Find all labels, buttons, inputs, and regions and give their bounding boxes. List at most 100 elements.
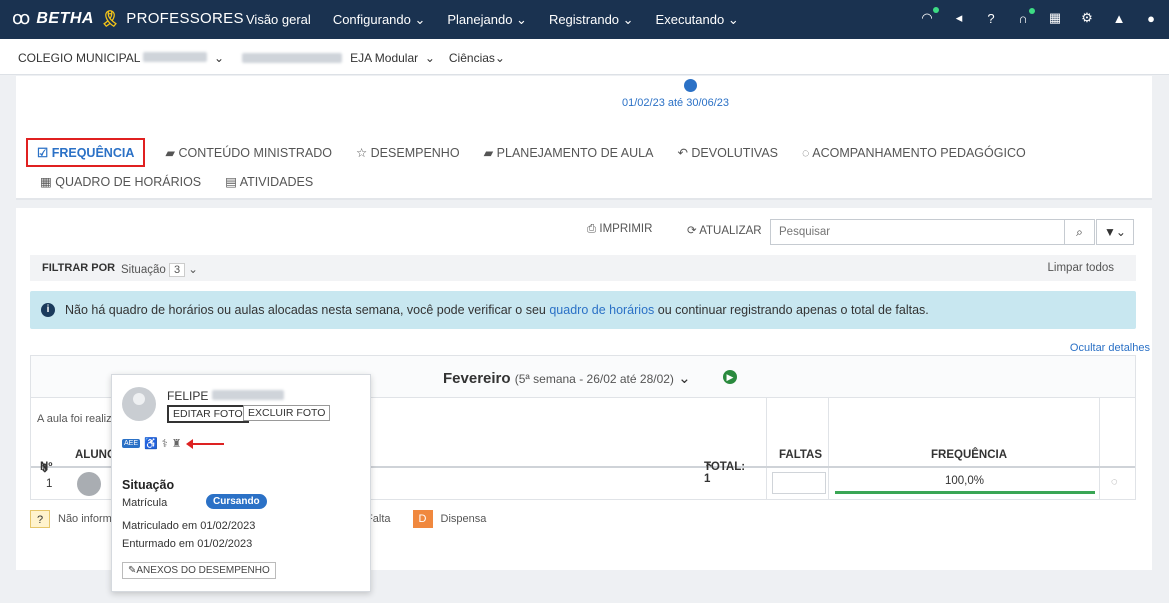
filter-count-badge: 3: [168, 263, 186, 277]
refresh-icon: ⟳: [687, 225, 697, 237]
tab-label: QUADRO DE HORÁRIOS: [55, 175, 202, 189]
redacted-text: [242, 53, 343, 63]
bell-icon[interactable]: ▲: [1111, 11, 1127, 26]
info-alert: i Não há quadro de horários ou aulas alo…: [30, 291, 1136, 329]
nav-planejando[interactable]: Planejando ⌄: [447, 12, 527, 28]
delete-photo-button[interactable]: EXCLUIR FOTO: [243, 405, 331, 421]
filter-bar: FILTRAR POR Situação 3 ⌄ Limpar todos: [30, 255, 1136, 281]
nav-registrando[interactable]: Registrando ⌄: [549, 12, 634, 28]
tab-desempenho[interactable]: ☆ DESEMPENHO: [344, 138, 472, 167]
headset-icon[interactable]: ∩: [1015, 7, 1035, 26]
top-navigation-bar: ꝏ BETHA 🎗 PROFESSORES Visão geral Config…: [0, 0, 1169, 39]
schedule-link[interactable]: quadro de horários: [549, 303, 654, 317]
printer-icon: ⎙: [587, 223, 597, 235]
tab-frequencia[interactable]: ☑ FREQUÊNCIA: [26, 138, 146, 167]
betha-logo-icon: ꝏ: [12, 8, 31, 28]
megaphone-icon[interactable]: ◂: [951, 10, 967, 26]
person-icon: ♜: [171, 438, 182, 450]
alert-text-after: ou continuar registrando apenas o total …: [657, 303, 929, 317]
period-card: 01/02/23 até 30/06/23 ☑ FREQUÊNCIA ▰ CON…: [16, 76, 1152, 200]
column-aluno[interactable]: ALUNO: [75, 449, 116, 461]
ribbon-icon: 🎗: [99, 10, 121, 28]
wifi-icon[interactable]: ◠: [919, 7, 939, 26]
refresh-label: ATUALIZAR: [699, 225, 762, 237]
filter-label: FILTRAR POR: [42, 262, 116, 274]
hide-details-link[interactable]: Ocultar detalhes: [1070, 342, 1150, 354]
frequency-value: 100,0%: [945, 475, 985, 487]
faltas-input[interactable]: [772, 472, 826, 494]
subject-selector[interactable]: Ciências⌄: [449, 51, 505, 65]
book-icon: ▰: [483, 146, 494, 160]
legend-label: Não inform: [58, 513, 112, 525]
tab-devolutivas[interactable]: ↶ DEVOLUTIVAS: [665, 138, 790, 167]
context-bar: COLEGIO MUNICIPAL ⌄ EJA Modular ⌄ Ciênci…: [0, 39, 1169, 75]
nav-visao-geral[interactable]: Visão geral: [246, 12, 311, 28]
student-photo: [122, 387, 156, 421]
student-popover: FELIPE EDITAR FOTO EXCLUIR FOTO AEE ♿ ⚕ …: [111, 374, 371, 592]
frequency-bar: [835, 491, 1095, 494]
reply-icon: ↶: [677, 146, 688, 160]
aee-icon: AEE: [122, 439, 141, 448]
classed-date: Enturmado em 01/02/2023: [122, 538, 253, 550]
annotation-arrow: [186, 439, 224, 449]
settings-icon[interactable]: ⚙: [1079, 10, 1095, 26]
print-button[interactable]: ⎙ IMPRIMIR: [587, 223, 652, 236]
stethoscope-icon: ⚕: [161, 438, 168, 450]
filter-icon: ▼⌄: [1104, 225, 1126, 239]
enrollment-label: Matrícula: [122, 497, 168, 509]
month-name: Fevereiro: [443, 370, 511, 387]
nav-executando[interactable]: Executando ⌄: [656, 12, 739, 28]
attachments-button[interactable]: ✎ANEXOS DO DESEMPENHO: [122, 562, 276, 579]
school-selector[interactable]: COLEGIO MUNICIPAL ⌄: [18, 51, 224, 65]
filter-dropdown-button[interactable]: ▼⌄: [1096, 219, 1134, 245]
tab-label: PLANEJAMENTO DE AULA: [496, 146, 654, 160]
comment-icon: ◌: [802, 145, 810, 160]
column-faltas: FALTAS: [779, 449, 823, 461]
tab-conteudo-ministrado[interactable]: ▰ CONTEÚDO MINISTRADO: [153, 138, 344, 167]
legend-label: Dispensa: [440, 513, 487, 525]
book-icon: ▰: [165, 146, 175, 160]
month-title[interactable]: Fevereiro (5ª semana - 26/02 até 28/02) …: [443, 369, 691, 387]
search-button[interactable]: ⌕: [1064, 219, 1095, 245]
alert-text: Não há quadro de horários ou aulas aloca…: [65, 303, 929, 317]
comment-icon[interactable]: ◌: [1111, 476, 1118, 488]
help-icon[interactable]: ?: [983, 11, 999, 26]
tab-planejamento[interactable]: ▰ PLANEJAMENTO DE AULA: [472, 138, 666, 167]
tab-bar: ☑ FREQUÊNCIA ▰ CONTEÚDO MINISTRADO ☆ DES…: [26, 138, 1038, 167]
edit-photo-button[interactable]: EDITAR FOTO: [167, 405, 249, 423]
timeline-period: 01/02/23 até 30/06/23: [622, 97, 730, 109]
info-icon: i: [41, 303, 55, 317]
refresh-button[interactable]: ⟳ ATUALIZAR: [687, 223, 762, 237]
top-icons: ◠ ◂ ? ∩ ▦ ⚙ ▲ ●: [919, 7, 1159, 26]
star-icon: ☆: [355, 146, 368, 160]
modality-selector[interactable]: EJA Modular ⌄: [350, 51, 435, 65]
user-icon[interactable]: ●: [1143, 11, 1159, 26]
student-name: FELIPE: [167, 389, 284, 403]
class-note: A aula foi realiz: [37, 413, 112, 425]
redacted-text: [211, 390, 284, 400]
search-input[interactable]: [770, 219, 1082, 245]
situation-title: Situação: [122, 478, 175, 492]
tab-quadro-horarios[interactable]: ▦ QUADRO DE HORÁRIOS: [40, 174, 201, 189]
main-nav: Visão geral Configurando ⌄ Planejando ⌄ …: [246, 12, 739, 28]
nav-configurando[interactable]: Configurando ⌄: [333, 12, 426, 28]
calendar-icon: ▦: [40, 175, 52, 189]
tab-acompanhamento[interactable]: ◌ ACOMPANHAMENTO PEDAGÓGICO: [790, 139, 1038, 167]
product-name: PROFESSORES: [126, 10, 244, 27]
tab-label: CONTEÚDO MINISTRADO: [178, 146, 332, 160]
brand-name: BETHA: [36, 9, 94, 27]
modality-name: EJA Modular: [350, 51, 419, 65]
row-number: 1: [46, 478, 53, 490]
tab-atividades[interactable]: ▤ ATIVIDADES: [225, 174, 313, 189]
situation-filter[interactable]: Situação 3 ⌄: [121, 262, 198, 277]
avatar[interactable]: [77, 472, 101, 496]
search-icon: ⌕: [1076, 225, 1083, 239]
status-badge: Cursando: [206, 494, 267, 509]
brand[interactable]: ꝏ BETHA 🎗 PROFESSORES: [12, 8, 244, 29]
next-week-button[interactable]: ▶: [723, 370, 737, 384]
school-name: COLEGIO MUNICIPAL: [18, 51, 141, 65]
timeline-marker[interactable]: [684, 79, 697, 92]
clear-filters-link[interactable]: Limpar todos: [1048, 262, 1114, 274]
legend-badge-dispensa: D: [412, 510, 433, 528]
apps-grid-icon[interactable]: ▦: [1047, 10, 1063, 26]
